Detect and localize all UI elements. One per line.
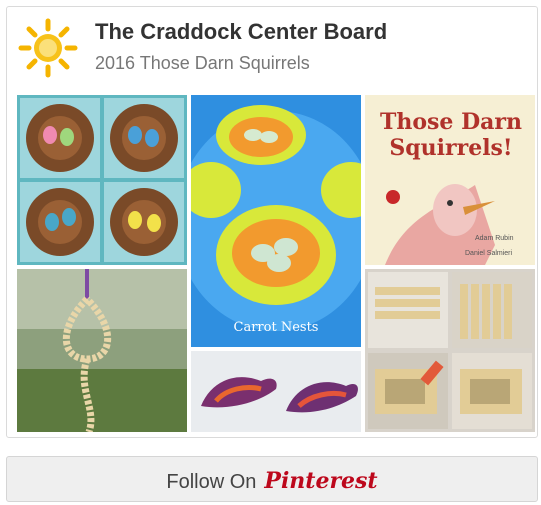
pinterest-board-widget: The Craddock Center Board 2016 Those Dar…	[6, 6, 538, 438]
board-title[interactable]: The Craddock Center Board	[95, 19, 387, 45]
feeder-image	[17, 269, 187, 432]
pin-those-darn-squirrels-book[interactable]: Those Darn Squirrels! Adam Rubin Daniel …	[365, 95, 535, 265]
board-header[interactable]: The Craddock Center Board 2016 Those Dar…	[7, 7, 537, 93]
book-author: Adam Rubin	[475, 235, 514, 242]
pin-bird-nests-craft[interactable]	[17, 95, 187, 265]
nest-eggs-image	[17, 95, 187, 265]
follow-on-pinterest-button[interactable]: Follow On Pinterest	[6, 456, 538, 502]
pin-carrot-nests-snack[interactable]: Carrot Nests	[191, 95, 361, 347]
carrot-nests-caption: Carrot Nests	[233, 320, 319, 335]
board-subtitle: 2016 Those Darn Squirrels	[95, 53, 310, 73]
book-title: Those Darn Squirrels!	[379, 109, 522, 161]
sun-logo-icon	[17, 17, 79, 79]
pin-popsicle-stick-birdhouse[interactable]	[365, 269, 535, 432]
pin-painted-birds-craft[interactable]	[191, 351, 361, 432]
pin-cheerio-bird-feeder[interactable]	[17, 269, 187, 432]
painted-birds-image	[191, 351, 361, 432]
carrot-nests-image	[191, 95, 361, 347]
follow-label: Follow On	[166, 471, 257, 493]
craft-sticks-image	[365, 269, 535, 432]
book-illustrator: Daniel Salmieri	[465, 250, 513, 257]
pinterest-logo-text: Pinterest	[264, 468, 378, 494]
